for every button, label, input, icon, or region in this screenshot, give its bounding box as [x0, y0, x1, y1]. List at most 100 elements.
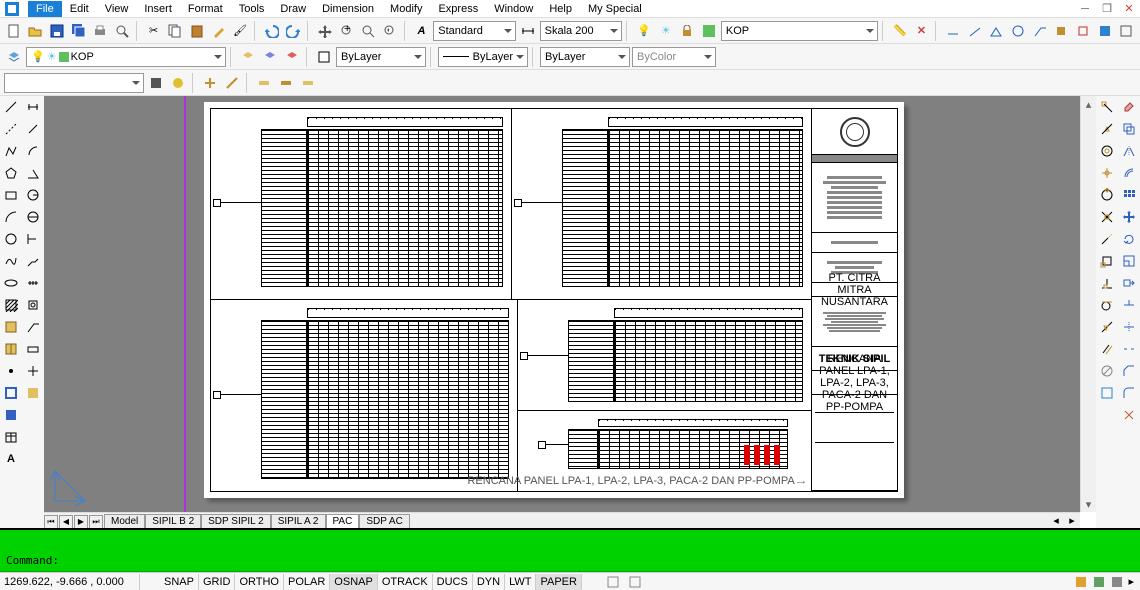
ext2-icon[interactable]	[168, 73, 188, 93]
grid-toggle[interactable]: GRID	[199, 574, 236, 590]
menu-insert[interactable]: Insert	[136, 1, 180, 17]
explode-icon[interactable]	[1120, 406, 1138, 424]
dyn-toggle[interactable]: DYN	[473, 574, 505, 590]
tolerance-icon[interactable]	[24, 340, 42, 358]
table-icon[interactable]	[2, 428, 20, 446]
dim-edit-icon[interactable]	[1051, 21, 1071, 41]
none-icon[interactable]	[1098, 362, 1116, 380]
tab-first-icon[interactable]: ⏮	[44, 515, 58, 529]
polygon-icon[interactable]	[2, 164, 20, 182]
region-icon[interactable]	[2, 406, 20, 424]
ext4-icon[interactable]	[222, 73, 242, 93]
tab-sdpac[interactable]: SDP AC	[359, 514, 410, 529]
hatch-icon[interactable]	[2, 296, 20, 314]
layer-combo[interactable]: KOP	[721, 21, 878, 41]
dimang-icon[interactable]	[24, 164, 42, 182]
midpoint-icon[interactable]	[1098, 120, 1116, 138]
ortho-toggle[interactable]: ORTHO	[235, 574, 284, 590]
chamfer-icon[interactable]	[1120, 362, 1138, 380]
dimjog-icon[interactable]	[24, 252, 42, 270]
layerfrz-icon[interactable]	[282, 47, 302, 67]
layer-bulb-icon[interactable]: 💡	[634, 21, 654, 41]
offset-icon[interactable]	[1120, 164, 1138, 182]
leader-icon[interactable]	[24, 318, 42, 336]
named-view-combo[interactable]	[4, 73, 144, 93]
erase-icon[interactable]	[1120, 98, 1138, 116]
stretch-icon[interactable]	[1120, 274, 1138, 292]
dim-update-icon[interactable]	[1073, 21, 1093, 41]
menu-dimension[interactable]: Dimension	[314, 1, 382, 17]
polar-toggle[interactable]: POLAR	[284, 574, 330, 590]
paper-toggle[interactable]: PAPER	[536, 574, 581, 590]
center-snap-icon[interactable]	[1098, 142, 1116, 160]
menu-format[interactable]: Format	[180, 1, 231, 17]
dim-linear-icon[interactable]	[943, 21, 963, 41]
dimord-icon[interactable]	[24, 230, 42, 248]
preview-icon[interactable]	[112, 21, 132, 41]
print-icon[interactable]	[91, 21, 111, 41]
vertical-scrollbar[interactable]: ▴ ▾	[1080, 96, 1096, 512]
fillet-icon[interactable]	[1120, 384, 1138, 402]
circle-icon[interactable]	[2, 230, 20, 248]
new-icon[interactable]	[4, 21, 24, 41]
tab-sdpsipil2[interactable]: SDP SIPIL 2	[201, 514, 271, 529]
layer-combo-2[interactable]: 💡☀ KOP	[26, 47, 226, 67]
dim-angle-icon[interactable]	[987, 21, 1007, 41]
osnap-set-icon[interactable]	[1098, 384, 1116, 402]
lwt-toggle[interactable]: LWT	[505, 574, 536, 590]
tray-icon-2[interactable]	[1092, 575, 1106, 589]
close-x-icon[interactable]: ✕	[912, 21, 932, 41]
tray-icon-3[interactable]	[1110, 575, 1124, 589]
polyline-icon[interactable]	[2, 142, 20, 160]
extend-icon[interactable]	[1120, 318, 1138, 336]
ext7-icon[interactable]	[298, 73, 318, 93]
status-icon-1[interactable]	[602, 574, 624, 590]
layer-manager-icon[interactable]	[4, 47, 24, 67]
quadrant-icon[interactable]	[1098, 186, 1116, 204]
menu-tools[interactable]: Tools	[231, 1, 273, 17]
close-button[interactable]: ✕	[1118, 0, 1140, 18]
mirror-icon[interactable]	[1120, 142, 1138, 160]
status-icon-2[interactable]	[624, 574, 646, 590]
menu-myspecial[interactable]: My Special	[580, 1, 650, 17]
copy-icon-r[interactable]	[1120, 120, 1138, 138]
undo-icon[interactable]	[262, 21, 282, 41]
arc-icon[interactable]	[2, 208, 20, 226]
lineweight-combo[interactable]: ByLayer	[438, 47, 528, 67]
dimali-icon[interactable]	[24, 120, 42, 138]
tray-expand-icon[interactable]: ▸	[1128, 575, 1134, 589]
node-icon[interactable]	[1098, 164, 1116, 182]
tab-next-icon[interactable]: ▶	[74, 515, 88, 529]
dimcont-icon[interactable]	[24, 274, 42, 292]
zoom-prev-icon[interactable]	[380, 21, 400, 41]
open-icon[interactable]	[26, 21, 46, 41]
menu-help[interactable]: Help	[541, 1, 580, 17]
dimstyle-icon[interactable]	[24, 384, 42, 402]
command-line[interactable]: Command:	[0, 528, 1140, 572]
osnap-toggle[interactable]: OSNAP	[330, 574, 378, 590]
tangent-icon[interactable]	[1098, 296, 1116, 314]
dim-leader-icon[interactable]	[1030, 21, 1050, 41]
dimlin-icon[interactable]	[24, 98, 42, 116]
drawing-canvas[interactable]: PT. CITRA MITRA NUSANTARA TEKNIK SIPIL R…	[44, 96, 1096, 512]
break-icon[interactable]	[1120, 340, 1138, 358]
menu-window[interactable]: Window	[486, 1, 541, 17]
menu-view[interactable]: View	[97, 1, 137, 17]
rotate-icon[interactable]	[1120, 230, 1138, 248]
insert-icon[interactable]	[2, 318, 20, 336]
tab-prev-icon[interactable]: ◀	[59, 515, 73, 529]
ext6-icon[interactable]	[276, 73, 296, 93]
copy-icon[interactable]	[165, 21, 185, 41]
dim-align-icon[interactable]	[965, 21, 985, 41]
cut-icon[interactable]: ✂	[144, 21, 164, 41]
save-icon[interactable]	[47, 21, 67, 41]
layer-lock-icon[interactable]	[678, 21, 698, 41]
rectangle-icon[interactable]	[2, 186, 20, 204]
tab-last-icon[interactable]: ⏭	[89, 515, 103, 529]
dimdia-icon[interactable]	[24, 208, 42, 226]
linetype-combo[interactable]: ByLayer	[336, 47, 426, 67]
text-style-combo[interactable]: Standard	[433, 21, 516, 41]
paste-icon[interactable]	[187, 21, 207, 41]
otrack-toggle[interactable]: OTRACK	[378, 574, 433, 590]
redo-icon[interactable]	[284, 21, 304, 41]
